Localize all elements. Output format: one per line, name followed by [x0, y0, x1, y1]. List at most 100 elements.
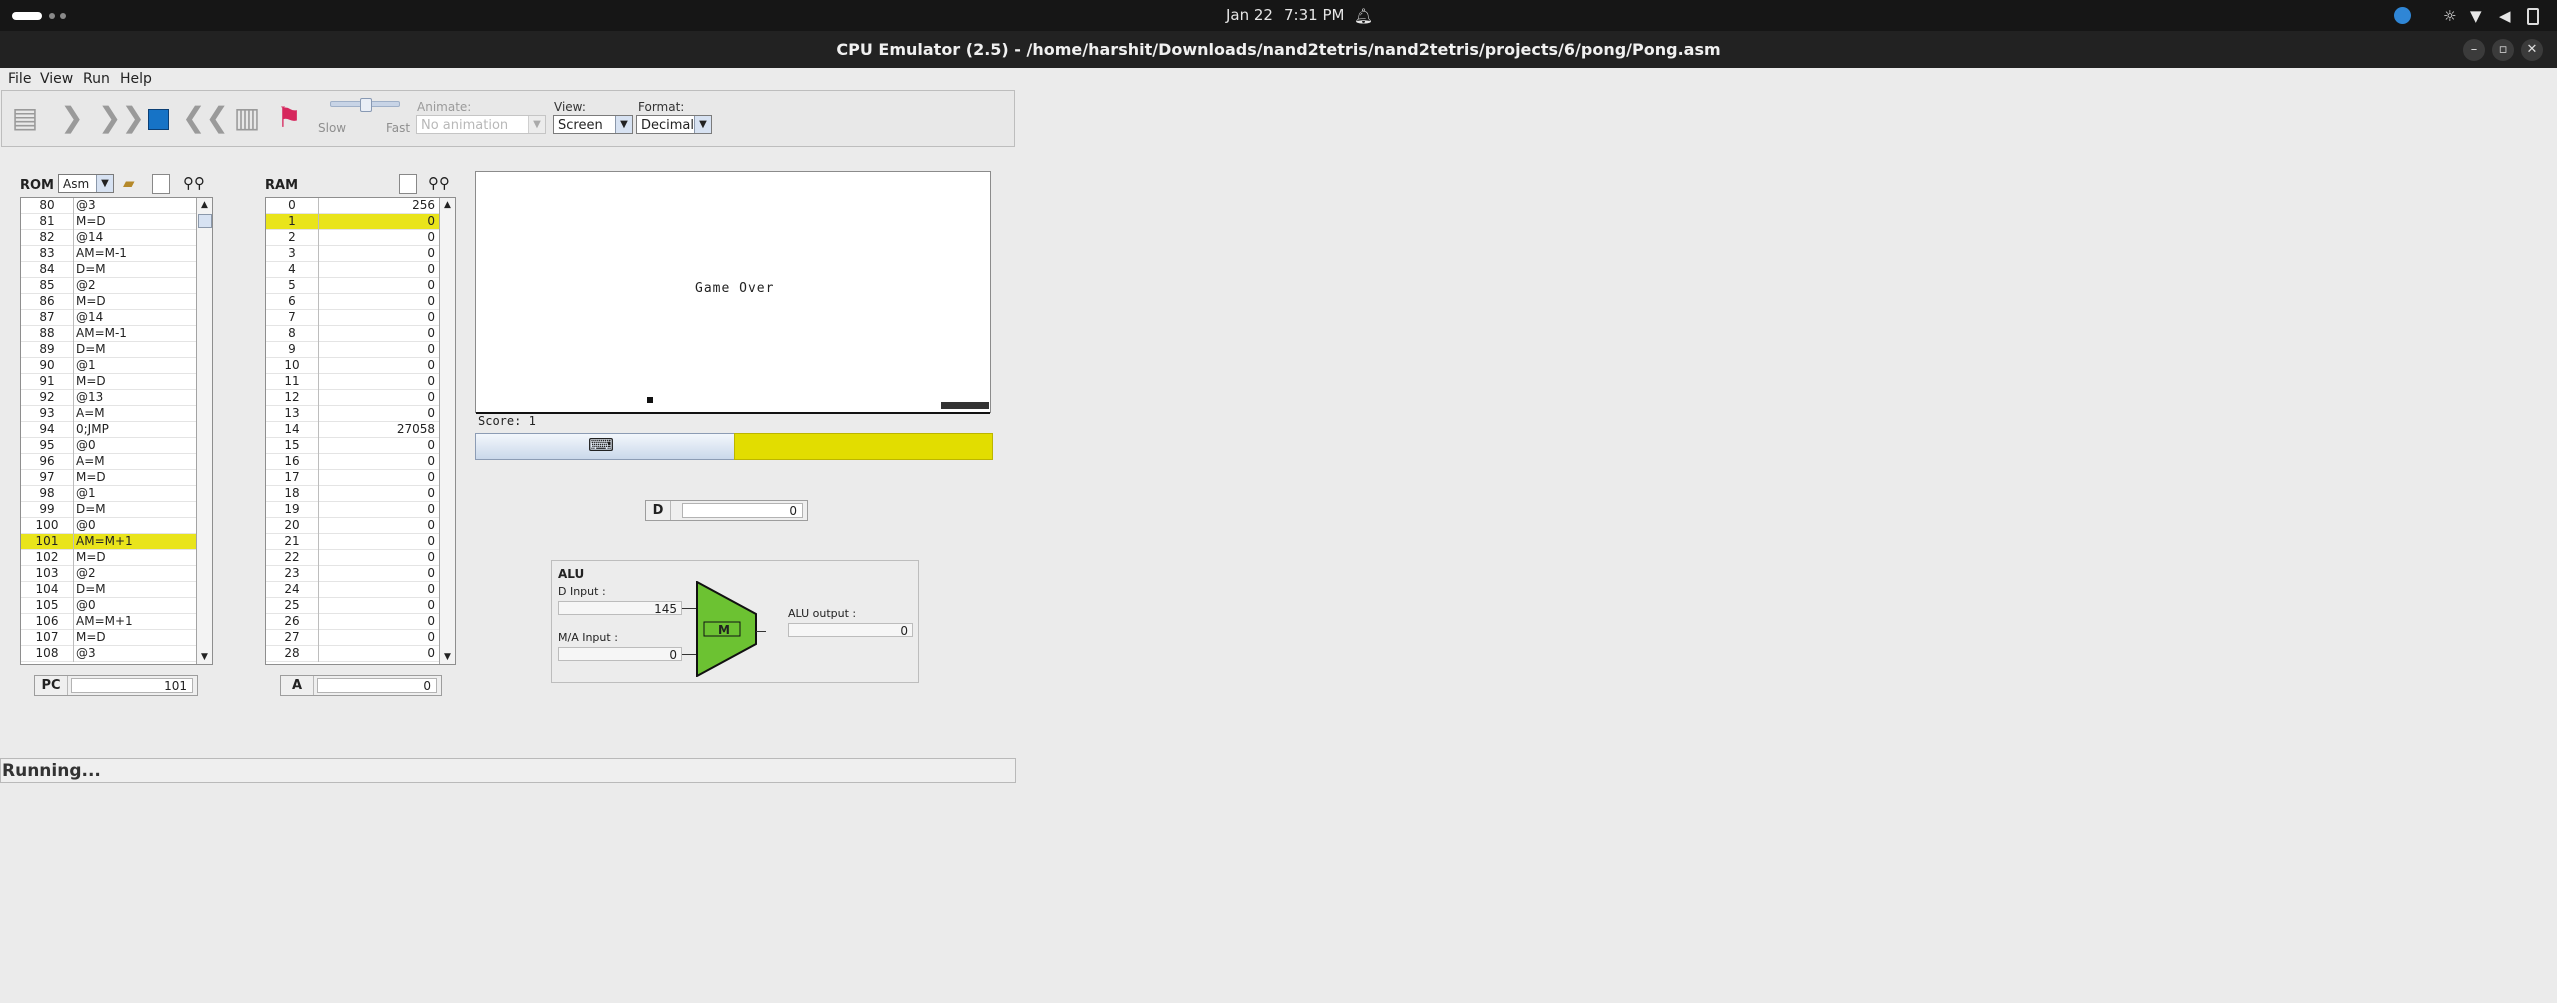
ram-value[interactable]: 0	[320, 390, 435, 405]
ram-value[interactable]: 0	[320, 550, 435, 565]
rom-value[interactable]: @0	[76, 438, 192, 453]
rom-value[interactable]: A=M	[76, 454, 192, 469]
ram-row[interactable]: 22 0	[266, 550, 439, 566]
ram-value[interactable]: 0	[320, 614, 435, 629]
rom-row[interactable]: 91 M=D	[21, 374, 196, 390]
ram-value[interactable]: 0	[320, 534, 435, 549]
rom-value[interactable]: AM=M+1	[76, 534, 192, 549]
ram-value[interactable]: 0	[320, 230, 435, 245]
rom-row[interactable]: 85 @2	[21, 278, 196, 294]
rom-value[interactable]: D=M	[76, 582, 192, 597]
ram-row[interactable]: 26 0	[266, 614, 439, 630]
ram-value[interactable]: 0	[320, 438, 435, 453]
ram-row[interactable]: 60	[266, 294, 439, 310]
scroll-down-icon[interactable]: ▼	[440, 652, 455, 662]
rewind-icon[interactable]: ❮❮	[182, 101, 229, 135]
rom-value[interactable]: @14	[76, 230, 192, 245]
ram-row[interactable]: 15 0	[266, 438, 439, 454]
ram-value[interactable]: 0	[320, 502, 435, 517]
rom-row[interactable]: 90 @1	[21, 358, 196, 374]
rom-row[interactable]: 88 AM=M-1	[21, 326, 196, 342]
rom-row[interactable]: 100 @0	[21, 518, 196, 534]
rom-format-select[interactable]: Asm ▼	[58, 174, 114, 193]
brightness-icon[interactable]: ☼	[2443, 8, 2456, 24]
keyboard-toggle-button[interactable]: ⌨	[475, 433, 735, 460]
ram-value[interactable]: 0	[320, 326, 435, 341]
system-time[interactable]: 7:31 PM	[1284, 6, 1344, 24]
ram-value[interactable]: 256	[320, 198, 435, 213]
view-select[interactable]: Screen ▼	[553, 115, 633, 134]
ram-value[interactable]: 0	[320, 214, 435, 229]
ram-table[interactable]: 0 256 1 0 2 0 3 0 4 0 5 0 6 0 7 0 8 0 9 0 10 0 11 0 12 0 13 0 14 2705…	[265, 197, 456, 665]
rom-value[interactable]: @1	[76, 486, 192, 501]
rom-row[interactable]: 96 A=M	[21, 454, 196, 470]
ram-row[interactable]: 20 0	[266, 518, 439, 534]
telegram-icon[interactable]	[2394, 7, 2411, 24]
rom-value[interactable]: D=M	[76, 502, 192, 517]
rom-row[interactable]: 102 M=D	[21, 550, 196, 566]
ram-value[interactable]: 0	[320, 358, 435, 373]
menu-view[interactable]: View	[40, 71, 73, 87]
ram-row[interactable]: 28 0	[266, 646, 439, 662]
rom-row[interactable]: 89 D=M	[21, 342, 196, 358]
ram-row[interactable]: 11 0	[266, 374, 439, 390]
rom-scroll-thumb[interactable]	[198, 214, 212, 228]
workspace-dot-2[interactable]	[49, 13, 55, 19]
search-binoculars-icon[interactable]: ⚲⚲	[428, 174, 450, 192]
a-value[interactable]: 0	[317, 678, 437, 693]
ram-value[interactable]: 0	[320, 630, 435, 645]
ram-value[interactable]: 0	[320, 310, 435, 325]
rom-row[interactable]: 97 M=D	[21, 470, 196, 486]
rom-row[interactable]: 106 AM=M+1	[21, 614, 196, 630]
ram-row[interactable]: 50	[266, 278, 439, 294]
pc-value[interactable]: 101	[71, 678, 193, 693]
ram-row[interactable]: 80	[266, 326, 439, 342]
keyboard-input-field[interactable]	[734, 433, 993, 460]
animate-select[interactable]: No animation ▼	[416, 115, 546, 134]
breakpoint-flag-icon[interactable]: ⚑	[272, 101, 306, 135]
speed-slider[interactable]	[330, 98, 400, 112]
ram-value[interactable]: 0	[320, 294, 435, 309]
ram-value[interactable]: 27058	[320, 422, 435, 437]
scroll-up-icon[interactable]: ▲	[440, 200, 455, 210]
ram-value[interactable]: 0	[320, 406, 435, 421]
ram-row[interactable]: 70	[266, 310, 439, 326]
rom-table[interactable]: 80 @3 81 M=D 82 @14 83 AM=M-1 84 D=M 85 @2 86 M=D 87 @1…	[20, 197, 213, 665]
rom-value[interactable]: M=D	[76, 294, 192, 309]
menu-run[interactable]: Run	[83, 71, 110, 87]
minimize-icon[interactable]: –	[2463, 39, 2485, 61]
rom-value[interactable]: M=D	[76, 214, 192, 229]
ram-row[interactable]: 0 256	[266, 198, 439, 214]
rom-value[interactable]: M=D	[76, 630, 192, 645]
ram-value[interactable]: 0	[320, 342, 435, 357]
rom-value[interactable]: @13	[76, 390, 192, 405]
new-file-icon[interactable]	[152, 174, 170, 194]
rom-row[interactable]: 99 D=M	[21, 502, 196, 518]
ram-value[interactable]: 0	[320, 486, 435, 501]
ram-row[interactable]: 18 0	[266, 486, 439, 502]
rom-row[interactable]: 101 AM=M+1	[21, 534, 196, 550]
ram-row[interactable]: 20	[266, 230, 439, 246]
menu-file[interactable]: File	[8, 71, 31, 87]
rom-row[interactable]: 87 @14	[21, 310, 196, 326]
ram-row[interactable]: 30	[266, 246, 439, 262]
ram-scrollbar[interactable]: ▲ ▼	[439, 198, 455, 664]
ram-row[interactable]: 21 0	[266, 534, 439, 550]
ram-row[interactable]: 40	[266, 262, 439, 278]
ram-value[interactable]: 0	[320, 598, 435, 613]
rom-row[interactable]: 82 @14	[21, 230, 196, 246]
ram-value[interactable]: 0	[320, 518, 435, 533]
maximize-icon[interactable]: ▫	[2492, 39, 2514, 61]
rom-value[interactable]: D=M	[76, 262, 192, 277]
volume-icon[interactable]: ◀	[2499, 8, 2511, 24]
ram-value[interactable]: 0	[320, 470, 435, 485]
ram-value[interactable]: 0	[320, 262, 435, 277]
rom-scrollbar[interactable]: ▲ ▼	[196, 198, 212, 664]
ram-row[interactable]: 25 0	[266, 598, 439, 614]
rom-row[interactable]: 105 @0	[21, 598, 196, 614]
ram-value[interactable]: 0	[320, 454, 435, 469]
rom-row[interactable]: 98 @1	[21, 486, 196, 502]
ram-row[interactable]: 17 0	[266, 470, 439, 486]
close-icon[interactable]: ✕	[2521, 39, 2543, 61]
rom-row[interactable]: 81 M=D	[21, 214, 196, 230]
